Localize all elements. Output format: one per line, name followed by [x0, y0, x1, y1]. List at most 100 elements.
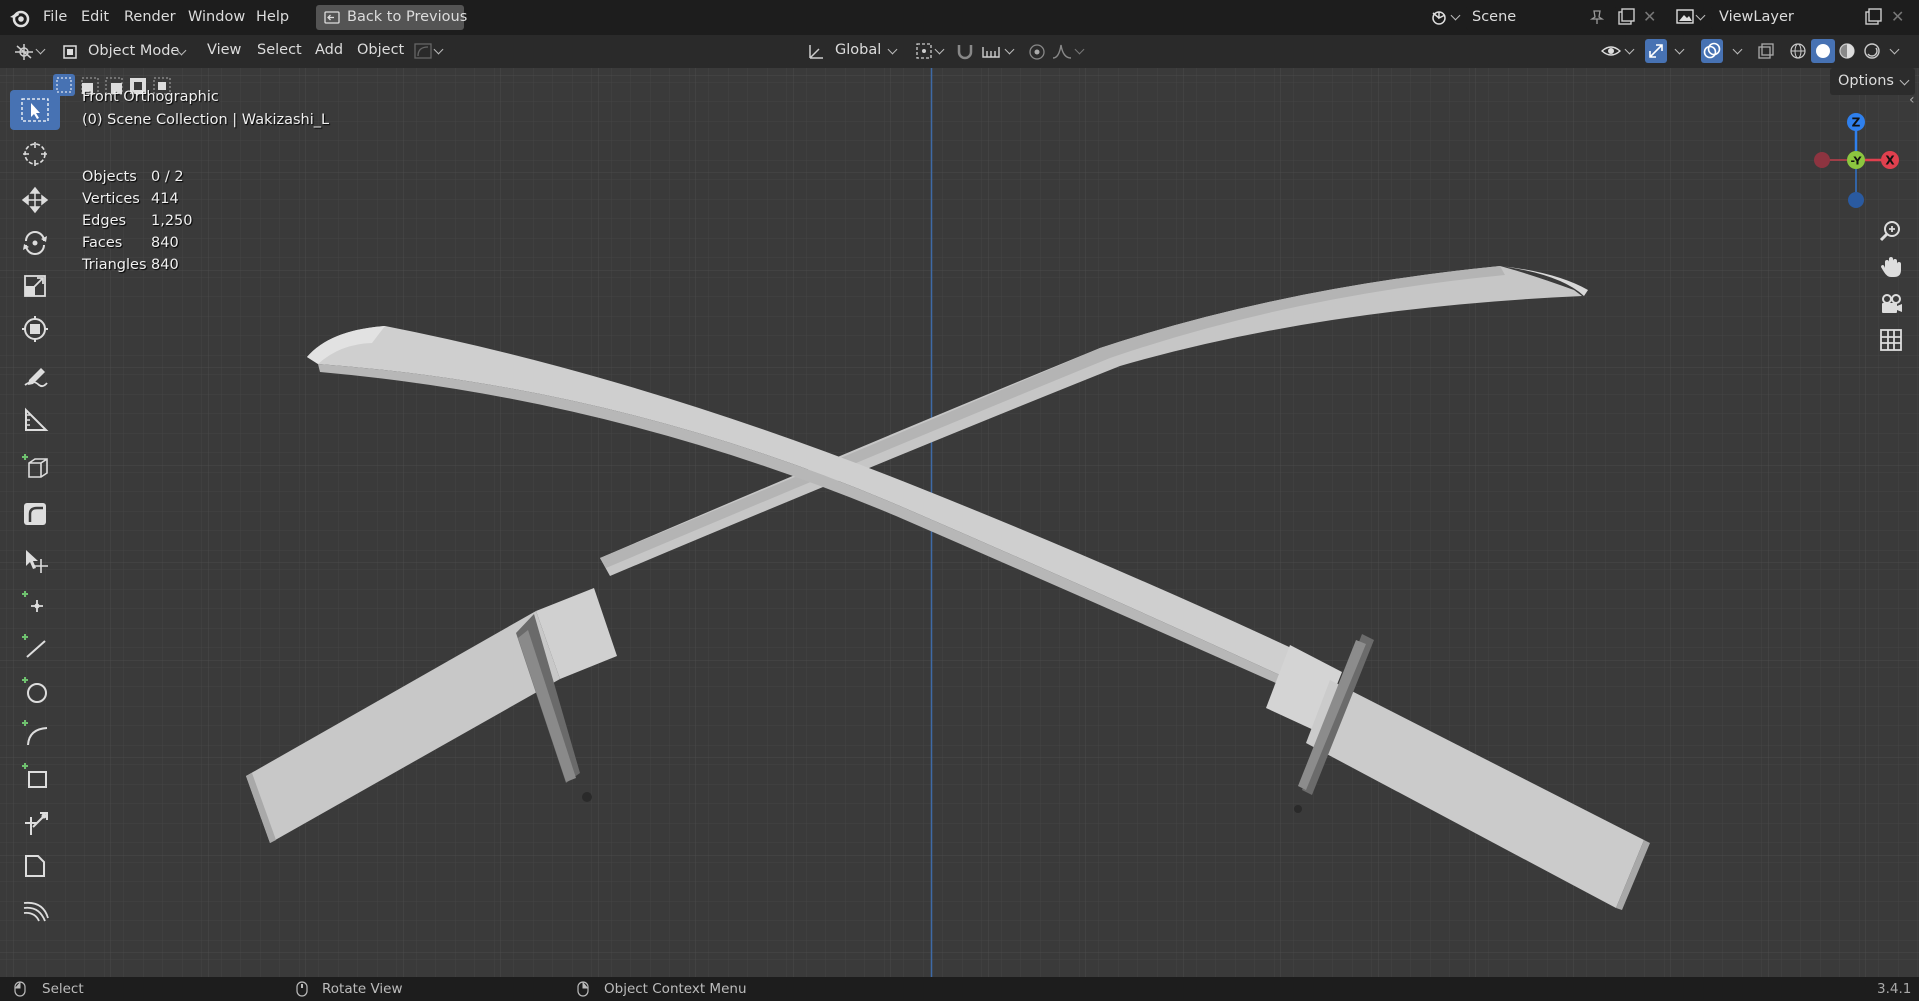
menu-help[interactable]: Help	[256, 9, 289, 25]
overlays-toggle-button[interactable]	[1701, 39, 1723, 63]
tool-measure[interactable]	[10, 398, 60, 438]
sidebar-toggle-icon[interactable]: ‹	[1909, 92, 1915, 108]
falloff-icon[interactable]	[1051, 43, 1073, 59]
transform-orientation-chevron-icon[interactable]	[887, 44, 898, 55]
tool-add-curve[interactable]	[10, 711, 60, 751]
gizmo-neg-x-icon	[1814, 152, 1830, 168]
polyline-icon	[25, 855, 45, 877]
overlays-chevron-icon[interactable]	[1732, 44, 1743, 55]
menu-object[interactable]: Object	[357, 42, 404, 58]
editor-type-chevron-icon[interactable]	[35, 44, 46, 55]
tool-spin[interactable]	[10, 492, 60, 532]
tool-select-box[interactable]	[10, 90, 60, 130]
mouse-middle-icon	[296, 981, 308, 997]
tool-move[interactable]	[10, 178, 60, 218]
menu-select[interactable]: Select	[257, 42, 302, 58]
gizmo-z-label: Z	[1852, 116, 1861, 130]
object-mode-dropdown[interactable]: Object Mode	[56, 39, 191, 64]
xray-toggle-icon[interactable]	[1757, 42, 1775, 60]
pivot-point-icon[interactable]	[915, 42, 933, 60]
stat-triangles-label: Triangles	[82, 257, 147, 273]
zoom-icon[interactable]	[1879, 219, 1903, 243]
tool-add-circle[interactable]	[10, 668, 60, 708]
back-to-previous-button[interactable]: Back to Previous	[316, 5, 467, 30]
menu-add[interactable]: Add	[315, 42, 343, 58]
scene-dropdown-chevron-icon[interactable]	[1450, 10, 1461, 21]
menu-render[interactable]: Render	[124, 9, 176, 25]
status-bar: Select Rotate View Object Context Menu 3…	[0, 977, 1919, 1001]
collection-label: (0) Scene Collection | Wakizashi_L	[82, 112, 330, 128]
tool-scale[interactable]	[10, 264, 60, 304]
move-cursor-icon	[26, 550, 48, 573]
stat-edges-label: Edges	[82, 213, 127, 229]
view-layer-name-field[interactable]: ViewLayer	[1711, 5, 1861, 30]
proportional-editing-icon[interactable]	[1028, 43, 1046, 61]
view-layer-icon[interactable]	[1676, 9, 1694, 25]
tool-add-line[interactable]	[10, 625, 60, 665]
view-layer-name: ViewLayer	[1719, 9, 1794, 25]
gizmo-y-label: -Y	[1851, 155, 1863, 168]
tool-add-point[interactable]	[10, 582, 60, 622]
camera-view-icon[interactable]	[1879, 293, 1903, 315]
tool-extrude-cursor[interactable]	[10, 801, 60, 841]
scale-icon	[24, 275, 46, 297]
tool-cursor[interactable]	[10, 132, 60, 172]
snap-chevron-icon[interactable]	[1004, 44, 1015, 55]
mouse-right-icon	[577, 981, 589, 997]
tool-sculpt-curve[interactable]	[10, 888, 60, 928]
menu-edit[interactable]: Edit	[81, 9, 109, 25]
pan-hand-icon[interactable]	[1879, 255, 1903, 279]
snap-increment-icon[interactable]	[981, 43, 1001, 59]
editor-type-icon[interactable]	[13, 42, 35, 62]
shading-wireframe-icon[interactable]	[1789, 42, 1807, 60]
stat-triangles-value: 840	[151, 257, 179, 273]
menu-file[interactable]: File	[43, 9, 67, 25]
add-line-icon	[22, 634, 46, 658]
new-scene-icon[interactable]	[1617, 8, 1635, 26]
tool-move-cursor[interactable]	[10, 539, 60, 579]
visibility-eye-icon[interactable]	[1601, 43, 1621, 59]
options-chevron-icon	[1899, 75, 1910, 86]
blender-logo-icon[interactable]	[9, 8, 31, 28]
view-layer-dropdown-chevron-icon[interactable]	[1695, 10, 1706, 21]
tool-transform[interactable]	[10, 307, 60, 347]
gizmo-chevron-icon[interactable]	[1674, 44, 1685, 55]
cursor-icon	[23, 142, 47, 166]
options-dropdown[interactable]: Options	[1830, 68, 1915, 95]
ortho-toggle-icon[interactable]	[1880, 329, 1902, 351]
gizmo-toggle-button[interactable]	[1645, 39, 1667, 63]
move-icon	[21, 186, 49, 214]
shading-chevron-icon[interactable]	[1889, 44, 1900, 55]
select-mode-new-button[interactable]	[53, 74, 75, 96]
tool-annotate[interactable]	[10, 355, 60, 395]
add-point-icon	[22, 591, 43, 612]
menu-view[interactable]: View	[207, 42, 241, 58]
scene-icon[interactable]	[1430, 9, 1448, 26]
delete-scene-icon[interactable]: ✕	[1643, 7, 1656, 26]
menu-window[interactable]: Window	[188, 9, 245, 25]
new-view-layer-icon[interactable]	[1864, 8, 1882, 26]
shading-material-icon[interactable]	[1838, 42, 1856, 60]
measure-icon	[25, 407, 49, 431]
stat-vertices-label: Vertices	[82, 191, 140, 207]
snap-toggle-icon[interactable]	[955, 42, 975, 60]
tool-polyline[interactable]	[10, 844, 60, 884]
object-data-icon[interactable]	[413, 42, 433, 60]
falloff-chevron-icon[interactable]	[1074, 44, 1085, 55]
shading-solid-button[interactable]	[1811, 39, 1835, 63]
object-data-chevron-icon[interactable]	[433, 44, 444, 55]
delete-view-layer-icon[interactable]: ✕	[1891, 7, 1904, 26]
transform-orientation-label[interactable]: Global	[835, 42, 881, 58]
visibility-chevron-icon[interactable]	[1624, 44, 1635, 55]
pin-icon[interactable]	[1590, 9, 1604, 25]
pivot-point-chevron-icon[interactable]	[934, 44, 945, 55]
transform-orientation-icon[interactable]	[807, 42, 825, 60]
tool-rotate[interactable]	[10, 221, 60, 261]
3d-viewport[interactable]: Options ‹ Front Orthographic (0) Scene C…	[0, 68, 1919, 977]
swords-model[interactable]	[0, 68, 1919, 977]
shading-rendered-icon[interactable]	[1863, 42, 1881, 60]
tool-add-cube[interactable]	[10, 445, 60, 485]
navigation-gizmo[interactable]: Z X -Y	[1800, 108, 1900, 208]
sculpt-curve-icon	[23, 901, 49, 922]
tool-add-rectangle[interactable]	[10, 754, 60, 794]
